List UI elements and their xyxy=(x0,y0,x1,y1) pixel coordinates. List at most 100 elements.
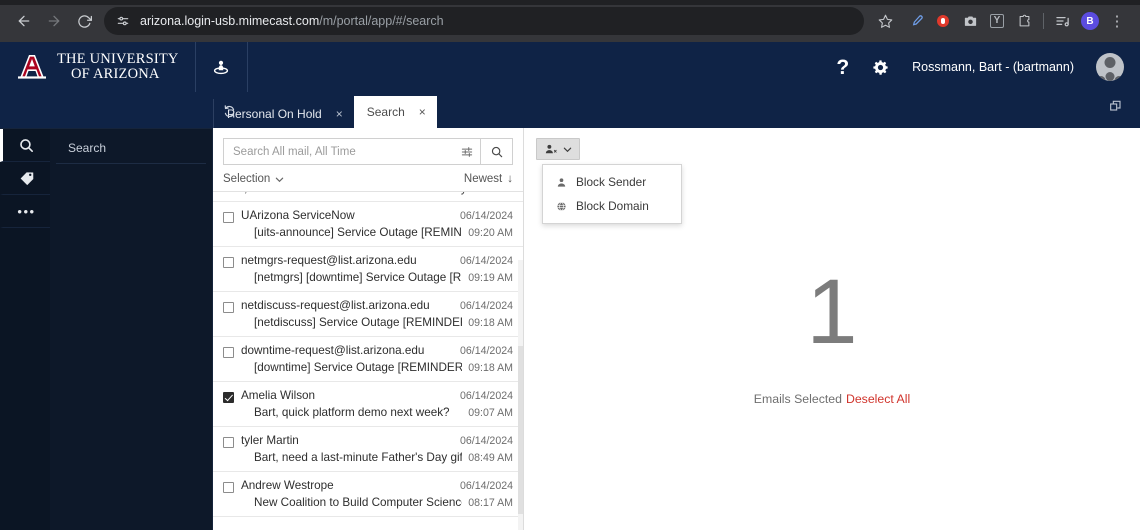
browser-menu-button[interactable]: ⋮ xyxy=(1104,8,1130,34)
list-toolbar: Selection Newest ↓ xyxy=(213,171,523,192)
mail-checkbox[interactable] xyxy=(223,257,234,268)
mail-item[interactable]: tyler Martin 06/14/2024 Bart, need a last-… xyxy=(213,427,523,472)
mail-checkbox[interactable] xyxy=(223,392,234,403)
mail-list-column: Selection Newest ↓ Bart, these are confi… xyxy=(213,128,524,530)
rail-item-tags[interactable] xyxy=(0,162,50,195)
search-submit-button[interactable] xyxy=(481,138,513,165)
user-name-label[interactable]: Rossmann, Bart - (bartmann) xyxy=(912,60,1074,74)
url-text: arizona.login-usb.mimecast.com/m/portal/… xyxy=(140,14,444,28)
browser-actions: Y B ⋮ xyxy=(872,8,1130,34)
tab-close-icon[interactable]: × xyxy=(419,106,426,118)
extension-camera-button[interactable] xyxy=(957,8,983,34)
help-button[interactable]: ? xyxy=(836,57,849,78)
scrollbar-thumb[interactable] xyxy=(518,345,523,514)
selection-caption: Emails Selected Deselect All xyxy=(754,392,910,406)
back-button[interactable] xyxy=(10,7,38,35)
profile-avatar: B xyxy=(1081,12,1099,30)
mail-item[interactable]: UArizona ServiceNow 06/14/2024 [uits-ann… xyxy=(213,202,523,247)
sort-control[interactable]: Newest ↓ xyxy=(464,173,513,185)
forward-button[interactable] xyxy=(40,7,68,35)
mail-checkbox[interactable] xyxy=(223,482,234,493)
menu-item-block-domain[interactable]: Block Domain xyxy=(543,194,681,218)
refresh-button[interactable] xyxy=(222,104,237,119)
search-icon xyxy=(491,146,502,157)
mail-subject: Bart, need a last-minute Father's Day gi… xyxy=(254,451,463,464)
record-icon xyxy=(937,15,949,27)
mail-date: 06/14/2024 xyxy=(459,435,513,447)
chevron-down-icon xyxy=(563,147,572,152)
mail-time: 09:18 AM xyxy=(468,362,513,374)
deselect-all-link[interactable]: Deselect All xyxy=(846,392,910,406)
mail-item[interactable]: netdiscuss-request@list.arizona.edu 06/14… xyxy=(213,292,523,337)
extensions-button[interactable] xyxy=(1011,8,1037,34)
block-dropdown-menu: Block Sender Block Domain xyxy=(542,164,682,224)
header-spacer xyxy=(248,42,837,92)
mail-item[interactable]: downtime-request@list.arizona.edu 06/14/2… xyxy=(213,337,523,382)
extension-ycombinator-button[interactable]: Y xyxy=(984,8,1010,34)
rail-item-more[interactable]: ••• xyxy=(0,195,50,228)
mail-item-body: Andrew Westrope 06/14/2024 New Coalition t… xyxy=(241,479,513,509)
extension-record-button[interactable] xyxy=(930,8,956,34)
mail-checkbox[interactable] xyxy=(223,302,234,313)
mail-item[interactable]: netmgrs-request@list.arizona.edu 06/14/20… xyxy=(213,247,523,292)
mail-item-clipped[interactable]: Bart, these are confidential notes on ea… xyxy=(213,192,523,202)
search-input[interactable] xyxy=(233,145,456,158)
selection-dropdown[interactable]: Selection xyxy=(223,173,284,185)
mail-item[interactable]: Amelia Wilson 06/14/2024 Bart, quick platf… xyxy=(213,382,523,427)
block-button[interactable] xyxy=(536,138,580,160)
mail-time: 08:49 AM xyxy=(468,452,513,464)
rail-item-search[interactable] xyxy=(0,129,50,162)
settings-button[interactable] xyxy=(871,58,890,77)
tab-label: Search xyxy=(366,105,405,119)
brand-line-2: OF ARIZONA xyxy=(71,66,160,82)
filter-sliders-icon[interactable] xyxy=(456,145,474,159)
selected-count: 1 xyxy=(806,261,858,363)
brand-line-1: THE UNIVERSITY xyxy=(57,50,179,67)
eyedropper-icon xyxy=(912,14,923,25)
sort-direction-icon: ↓ xyxy=(507,173,513,185)
university-brand: THE UNIVERSITY OF ARIZONA xyxy=(0,42,196,92)
mail-time: 08:17 AM xyxy=(468,497,513,509)
mail-subject: Bart, these are confidential notes on ea… xyxy=(223,192,513,195)
app-header: THE UNIVERSITY OF ARIZONA ? Rossmann, Ba… xyxy=(0,42,1140,92)
tab-label: Personal On Hold xyxy=(227,106,322,121)
ellipsis-icon: ••• xyxy=(17,203,36,219)
bookmark-button[interactable] xyxy=(872,8,898,34)
detail-toolbar: Block Sender Block Domain xyxy=(536,138,682,224)
mail-item-body: UArizona ServiceNow 06/14/2024 [uits-ann… xyxy=(241,209,513,239)
mimecast-icon xyxy=(214,60,229,75)
mail-subject: New Coalition to Build Computer Science … xyxy=(254,496,462,509)
extension-eyedropper-button[interactable] xyxy=(903,8,929,34)
mail-checkbox[interactable] xyxy=(223,437,234,448)
menu-item-block-sender[interactable]: Block Sender xyxy=(543,170,681,194)
mail-checkbox[interactable] xyxy=(223,212,234,223)
mail-rows-container: netmgrs-request@list.arizona.edu 06/14/20… xyxy=(213,247,523,517)
avatar[interactable] xyxy=(1096,53,1124,81)
restore-window-button[interactable] xyxy=(1108,98,1124,119)
mail-subject: Bart, quick platform demo next week? xyxy=(254,406,450,419)
address-bar[interactable]: arizona.login-usb.mimecast.com/m/portal/… xyxy=(104,7,864,35)
profile-button[interactable]: B xyxy=(1077,8,1103,34)
help-icon: ? xyxy=(836,55,850,79)
extension-playlist-button[interactable] xyxy=(1050,8,1076,34)
reload-button[interactable] xyxy=(70,7,98,35)
page-settings-icon[interactable] xyxy=(114,12,132,30)
mail-list[interactable]: Bart, these are confidential notes on ea… xyxy=(213,192,523,530)
list-scrollbar[interactable] xyxy=(518,260,523,530)
mail-item[interactable]: Andrew Westrope 06/14/2024 New Coalition t… xyxy=(213,472,523,517)
mail-date: 06/14/2024 xyxy=(459,345,513,357)
menu-item-label: Block Domain xyxy=(576,199,649,213)
mail-sender: tyler Martin xyxy=(241,434,299,447)
search-box[interactable] xyxy=(223,138,481,165)
icon-rail: ••• xyxy=(0,128,50,530)
mail-date: 06/14/2024 xyxy=(459,480,513,492)
kebab-menu-icon: ⋮ xyxy=(1109,12,1125,30)
tab-close-icon[interactable]: × xyxy=(336,108,343,120)
globe-icon xyxy=(555,201,568,212)
mail-item-row-bottom: [uits-announce] Service Outage [REMINDER… xyxy=(241,222,513,239)
refresh-icon xyxy=(224,105,235,118)
mimecast-logo-button[interactable] xyxy=(196,42,248,92)
mail-checkbox[interactable] xyxy=(223,347,234,358)
tab-search[interactable]: Search × xyxy=(353,96,437,128)
nav-panel-title: Search xyxy=(56,129,206,164)
